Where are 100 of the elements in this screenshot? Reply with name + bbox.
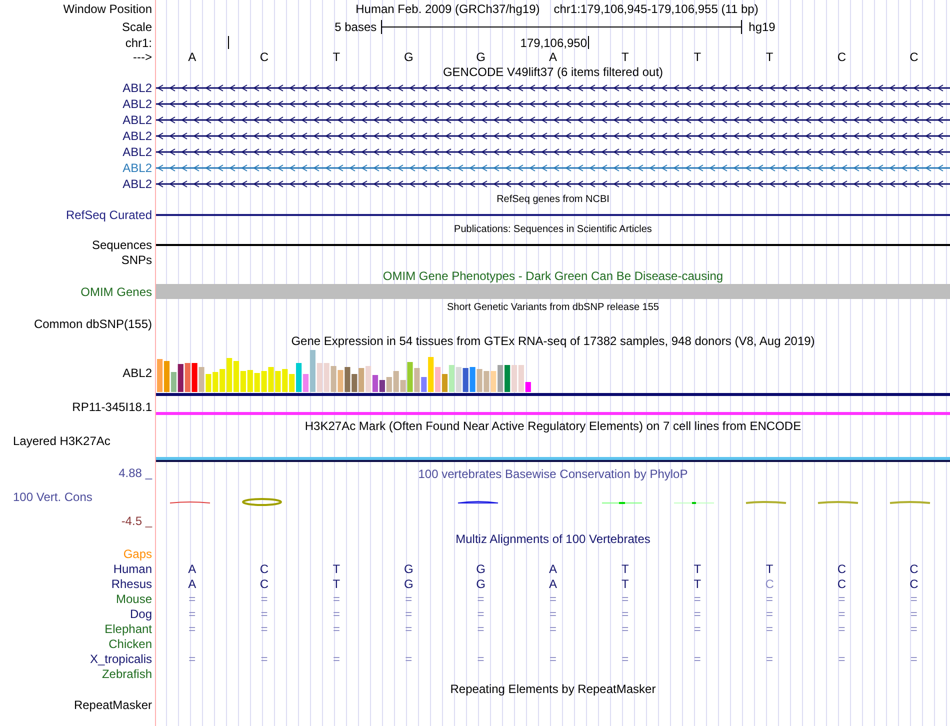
aligned-base: A: [548, 562, 557, 574]
faded-base: =: [622, 608, 629, 620]
base-letter: A: [188, 50, 196, 62]
aligned-base: T: [694, 578, 702, 590]
track-label: Gaps: [123, 548, 152, 560]
track-label: Scale: [122, 21, 152, 33]
track-title: RefSeq genes from NCBI: [496, 194, 610, 204]
track-label: Layered H3K27Ac: [13, 434, 110, 448]
base-letter: C: [837, 50, 846, 62]
faded-base: =: [766, 652, 774, 664]
axis-max-label: 4.88 _: [118, 467, 154, 479]
aligned-base: C: [837, 562, 846, 574]
track-title: Publications: Sequences in Scientific Articles: [454, 224, 652, 234]
faded-base: =: [477, 652, 484, 664]
faded-base: =: [910, 592, 918, 604]
faded-base: =: [188, 652, 196, 664]
faded-base: =: [405, 622, 412, 634]
base-letter: G: [476, 50, 486, 62]
faded-base: =: [766, 622, 774, 634]
base-letter: T: [622, 50, 629, 62]
track-label: ABL2: [122, 146, 152, 158]
base-letter: C: [260, 50, 269, 62]
track-label: ABL2: [122, 178, 152, 190]
track-label: ABL2: [122, 82, 152, 94]
track-label: Common dbSNP(155): [34, 318, 152, 330]
base-letter: T: [766, 50, 774, 62]
track-label: ABL2: [122, 98, 152, 110]
faded-base: =: [260, 608, 268, 620]
faded-base: =: [838, 622, 846, 634]
aligned-base: A: [548, 578, 557, 590]
base-letter: G: [404, 50, 414, 62]
assembly-text: Human Feb. 2009 (GRCh37/hg19): [356, 3, 540, 15]
faded-base: =: [549, 608, 556, 620]
track-title: Repeating Elements by RepeatMasker: [450, 683, 656, 695]
aligned-base: T: [766, 562, 774, 574]
faded-base: =: [188, 622, 196, 634]
aligned-base: T: [332, 578, 340, 590]
faded-base: =: [405, 592, 412, 604]
track-label: X_tropicalis: [90, 652, 152, 664]
base-letter: T: [332, 50, 340, 62]
track-label: Sequences: [92, 238, 152, 250]
track-title: Short Genetic Variants from dbSNP release 155: [447, 303, 659, 313]
scale-assembly: hg19: [748, 21, 776, 33]
faded-base: =: [332, 592, 340, 604]
track-title: H3K27Ac Mark (Often Found Near Active Regulatory Elements) on 7 cell lines from ENCODE: [304, 420, 802, 432]
aligned-base: C: [910, 578, 918, 590]
faded-base: =: [766, 608, 774, 620]
faded-base: =: [188, 592, 196, 604]
faded-base: =: [694, 622, 701, 634]
faded-base: =: [766, 592, 774, 604]
faded-base: =: [477, 622, 484, 634]
track-label: ABL2: [122, 367, 152, 379]
faded-base: =: [549, 652, 556, 664]
track-label: Human: [113, 562, 152, 574]
track-label: OMIM Genes: [80, 286, 152, 298]
faded-base: =: [332, 608, 340, 620]
track-label: Window Position: [63, 3, 152, 15]
faded-base: =: [838, 608, 846, 620]
faded-base: =: [622, 592, 629, 604]
track-title: OMIM Gene Phenotypes - Dark Green Can Be Disease-causing: [382, 270, 724, 282]
aligned-base: A: [188, 562, 196, 574]
faded-base: =: [910, 608, 918, 620]
faded-base: =: [910, 652, 918, 664]
aligned-base: T: [332, 562, 340, 574]
aligned-base: G: [476, 578, 486, 590]
track-title: Multiz Alignments of 100 Vertebrates: [456, 533, 650, 545]
track-title: Gene Expression in 54 tissues from GTEx RNA-seq of 17382 samples, 948 donors (V8, Aug 2019): [291, 335, 815, 347]
faded-base: =: [477, 592, 484, 604]
faded-base: =: [694, 652, 701, 664]
aligned-base: T: [694, 562, 702, 574]
track-label: ABL2: [122, 114, 152, 126]
faded-base: =: [188, 608, 196, 620]
faded-base: =: [694, 592, 701, 604]
aligned-base: G: [404, 562, 414, 574]
track-title: GENCODE V49lift37 (6 items filtered out): [442, 66, 664, 78]
scale-text: 5 bases: [334, 21, 377, 33]
faded-base: =: [910, 622, 918, 634]
aligned-base: C: [260, 562, 269, 574]
track-label: 100 Vert. Cons: [13, 491, 92, 503]
faded-base: =: [838, 592, 846, 604]
faded-base: =: [477, 608, 484, 620]
track-title: 100 vertebrates Basewise Conservation by PhyloP: [418, 468, 688, 480]
track-label: Chicken: [108, 638, 152, 650]
faded-base: =: [260, 652, 268, 664]
position-text: chr1:179,106,945-179,106,955 (11 bp): [554, 3, 758, 15]
faded-base: =: [260, 592, 268, 604]
base-letter: T: [694, 50, 702, 62]
aligned-base: C: [910, 562, 918, 574]
faded-base: =: [260, 622, 268, 634]
track-label: ABL2: [122, 130, 152, 142]
track-label: Zebrafish: [102, 668, 152, 680]
aligned-base: T: [622, 578, 629, 590]
aligned-base: T: [622, 562, 629, 574]
track-label: ABL2: [122, 162, 152, 174]
track-label: chr1:: [125, 36, 152, 48]
track-label: RepeatMasker: [74, 699, 152, 711]
track-label: RefSeq Curated: [66, 208, 152, 220]
faded-base: =: [332, 622, 340, 634]
track-label: Mouse: [116, 592, 152, 604]
faded-base: =: [694, 608, 701, 620]
